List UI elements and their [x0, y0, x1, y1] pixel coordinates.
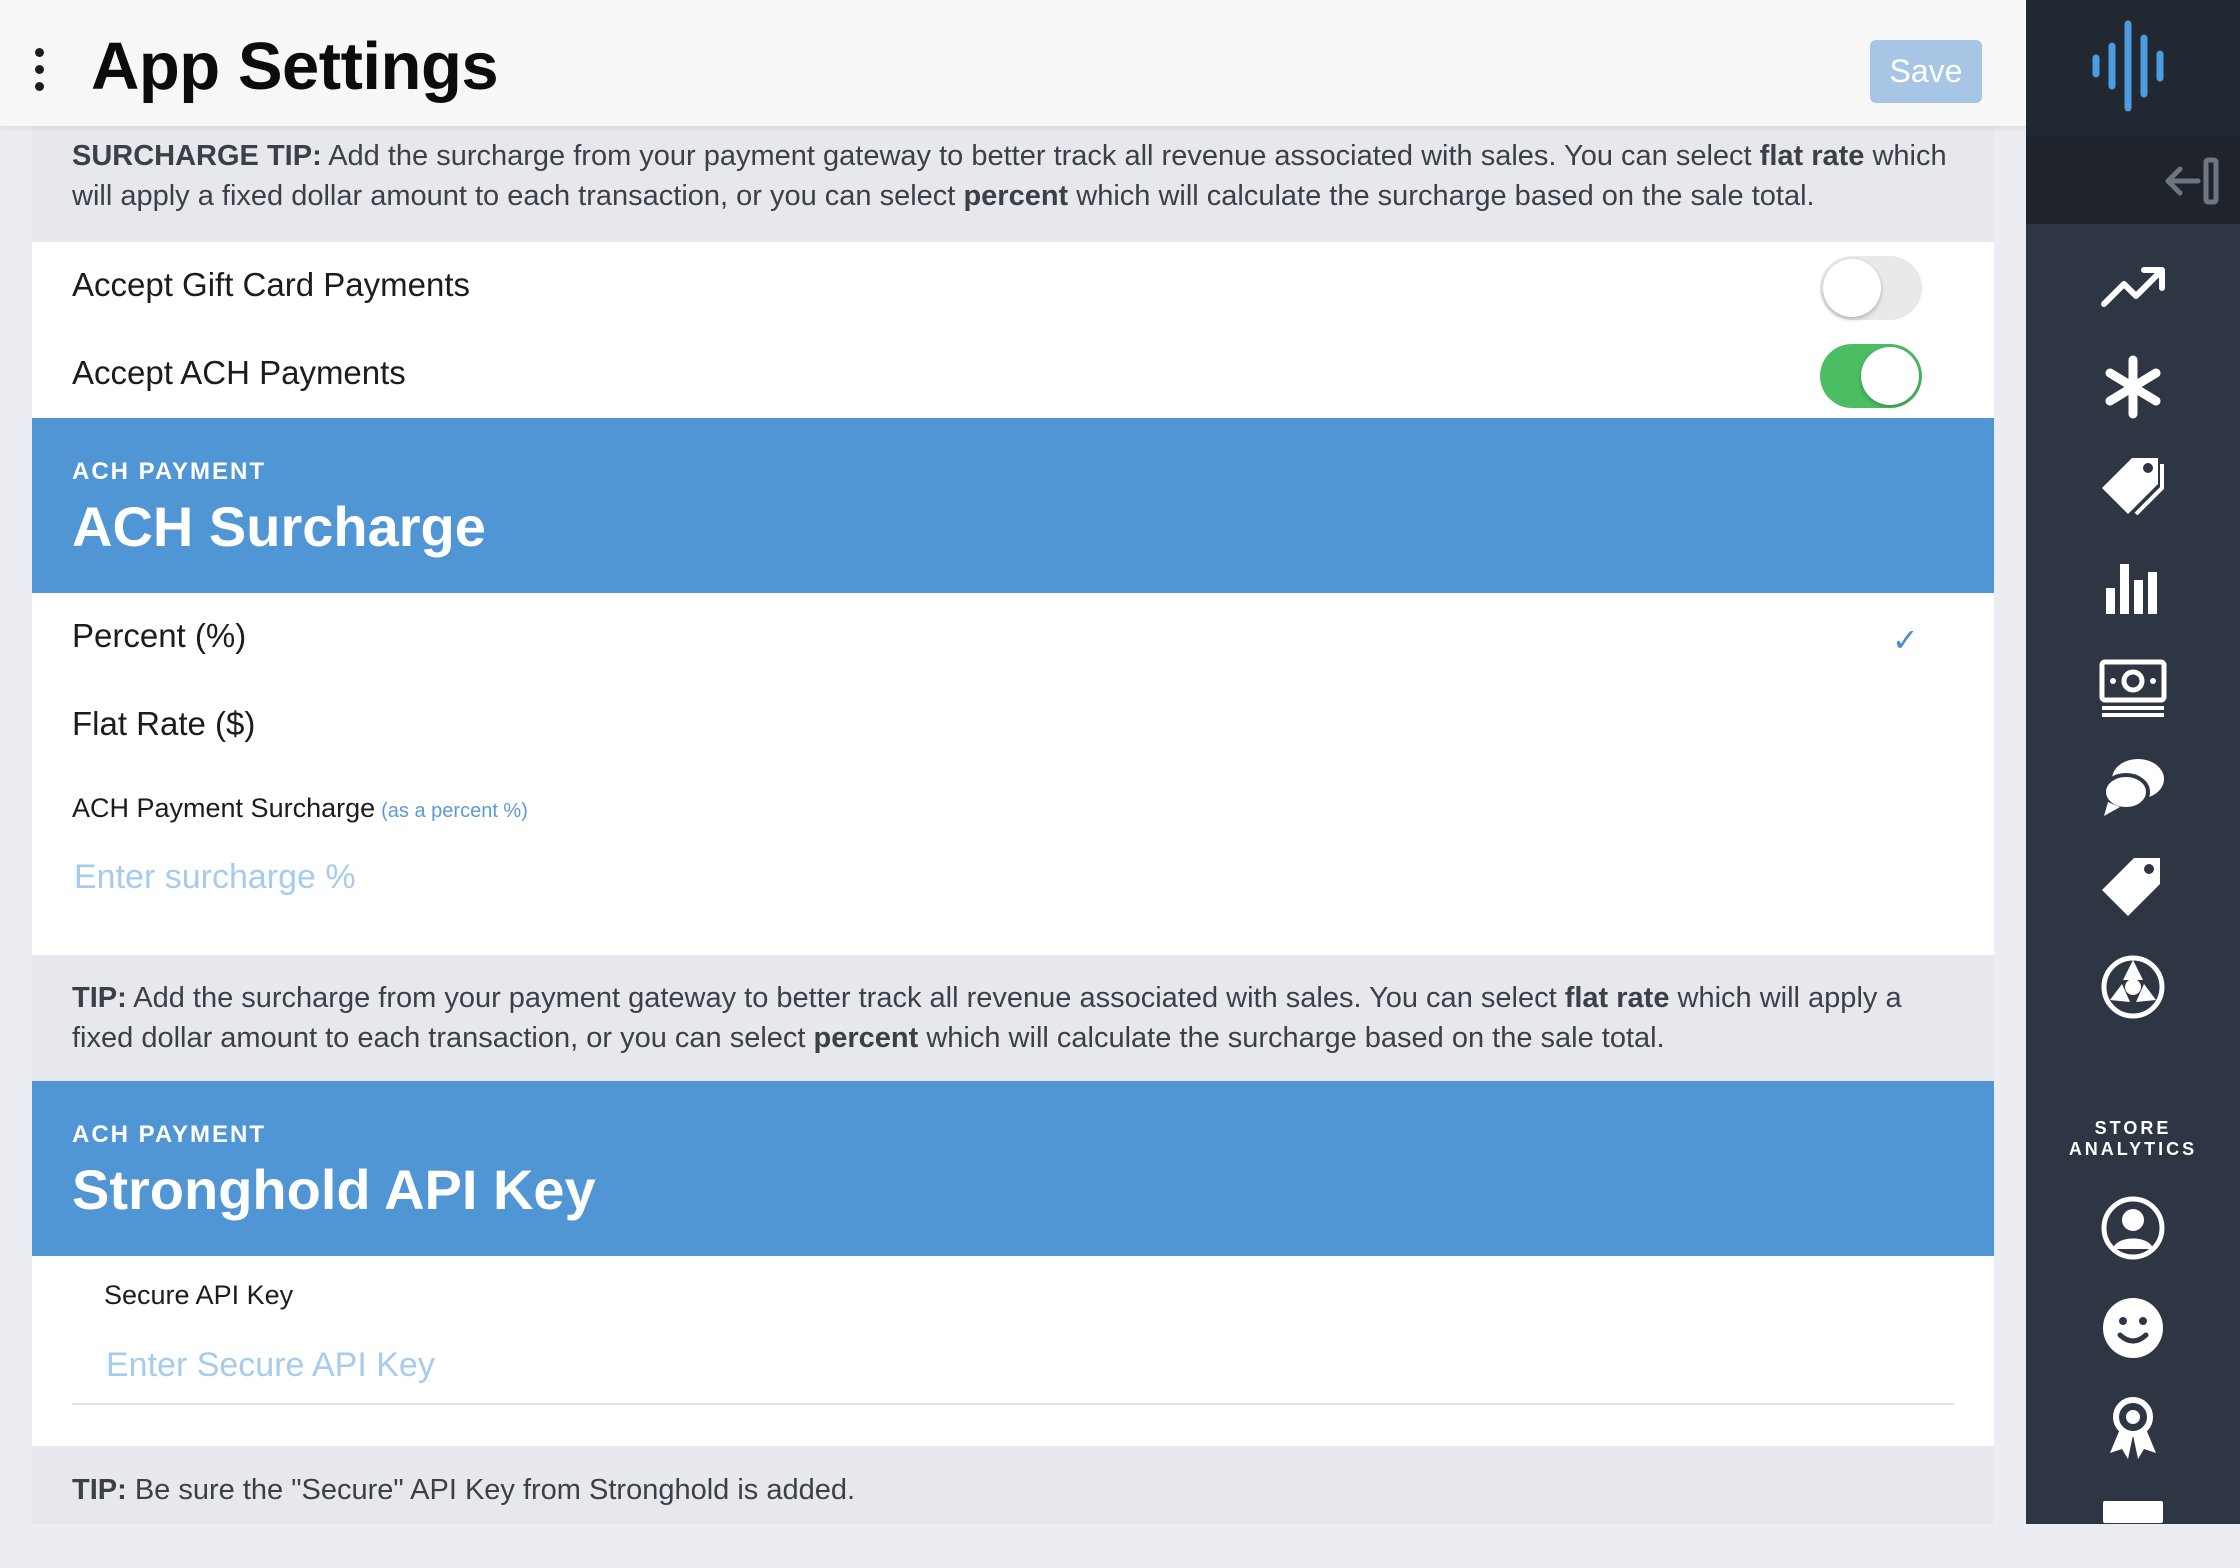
collapse-icon[interactable] — [2162, 156, 2232, 206]
asterisk-icon[interactable] — [2098, 352, 2168, 422]
stronghold-panel: Secure API Key — [32, 1256, 1994, 1446]
section-label-line2: ANALYTICS — [2068, 1139, 2198, 1159]
surcharge-tip-bold-percent: percent — [963, 180, 1069, 212]
section-kicker: ACH PAYMENT — [72, 1121, 267, 1148]
collapse-area — [2026, 136, 2240, 224]
payment-toggles-panel: Accept Gift Card Payments Accept ACH Pay… — [32, 242, 1994, 418]
surcharge-tip-text: Add the surcharge from your payment gate… — [321, 140, 1760, 172]
tip-text-3: which will calculate the surcharge based… — [918, 1022, 1665, 1054]
stronghold-header: ACH PAYMENT Stronghold API Key — [32, 1081, 1994, 1256]
option-flat-rate[interactable]: Flat Rate ($) — [72, 705, 1932, 743]
tip-text: Add the surcharge from your payment gate… — [126, 982, 1565, 1014]
section-kicker: ACH PAYMENT — [72, 458, 267, 485]
logo-area — [2026, 0, 2240, 136]
checkmark-icon: ✓ — [1892, 622, 1919, 658]
surcharge-field-label-text: ACH Payment Surcharge — [72, 793, 376, 823]
surcharge-tip-lead: SURCHARGE TIP: — [72, 140, 322, 172]
toggle-knob — [1823, 259, 1881, 317]
chat-icon[interactable] — [2098, 752, 2168, 822]
gift-card-toggle[interactable] — [1820, 256, 1922, 320]
tip-api-key: TIP: Be sure the "Secure" API Key from S… — [32, 1446, 1994, 1524]
logo-icon[interactable] — [2088, 16, 2178, 116]
surcharge-tip-text-3: which will calculate the surcharge based… — [1068, 180, 1815, 212]
tag-icon[interactable] — [2098, 852, 2168, 922]
tip-lead: TIP: — [72, 982, 127, 1014]
api-key-label: Secure API Key — [104, 1280, 294, 1310]
money-icon[interactable] — [2098, 652, 2168, 722]
aperture-icon[interactable] — [2098, 952, 2168, 1022]
section-title: Stronghold API Key — [72, 1158, 596, 1221]
app-header: App Settings Save — [0, 0, 2026, 126]
award-icon[interactable] — [2098, 1393, 2168, 1463]
box-icon[interactable] — [2098, 1493, 2168, 1563]
kebab-menu-icon[interactable] — [32, 48, 46, 92]
tip-bold-percent: percent — [813, 1022, 919, 1054]
surcharge-tip: SURCHARGE TIP: Add the surcharge from yo… — [32, 126, 1994, 242]
save-button[interactable]: Save — [1870, 40, 1982, 103]
ach-label: Accept ACH Payments — [72, 354, 406, 391]
surcharge-field-hint: (as a percent %) — [381, 800, 528, 822]
tip-surcharge: TIP: Add the surcharge from your payment… — [32, 955, 1994, 1081]
smile-icon[interactable] — [2098, 1293, 2168, 1363]
tip-text: Be sure the "Secure" API Key from Strong… — [126, 1474, 856, 1506]
section-label-line1: STORE — [2094, 1118, 2172, 1138]
api-key-input[interactable] — [104, 1339, 1908, 1391]
sidebar: STORE ANALYTICS — [2026, 0, 2240, 1524]
trending-up-icon[interactable] — [2098, 252, 2168, 322]
store-analytics-label: STORE ANALYTICS — [2026, 1118, 2240, 1160]
tags-icon[interactable] — [2098, 452, 2168, 522]
ach-surcharge-panel: Percent (%) ✓ Flat Rate ($) ACH Payment … — [32, 593, 1994, 955]
user-circle-icon[interactable] — [2098, 1193, 2168, 1263]
ach-toggle[interactable] — [1820, 344, 1922, 408]
page-title: App Settings — [91, 29, 499, 104]
surcharge-input[interactable] — [72, 851, 1936, 903]
section-title: ACH Surcharge — [72, 495, 486, 558]
option-percent[interactable]: Percent (%) — [72, 617, 1932, 655]
gift-card-label: Accept Gift Card Payments — [72, 266, 470, 303]
surcharge-field-label: ACH Payment Surcharge (as a percent %) — [72, 793, 528, 824]
toggle-knob — [1861, 347, 1919, 405]
tip-bold-flat-rate: flat rate — [1564, 982, 1670, 1014]
bar-chart-icon[interactable] — [2098, 552, 2168, 622]
field-divider — [72, 1403, 1954, 1405]
surcharge-tip-bold-flat-rate: flat rate — [1759, 140, 1865, 172]
tip-lead: TIP: — [72, 1474, 127, 1506]
main-content: SURCHARGE TIP: Add the surcharge from yo… — [0, 0, 2026, 1524]
ach-surcharge-header: ACH PAYMENT ACH Surcharge — [32, 418, 1994, 593]
